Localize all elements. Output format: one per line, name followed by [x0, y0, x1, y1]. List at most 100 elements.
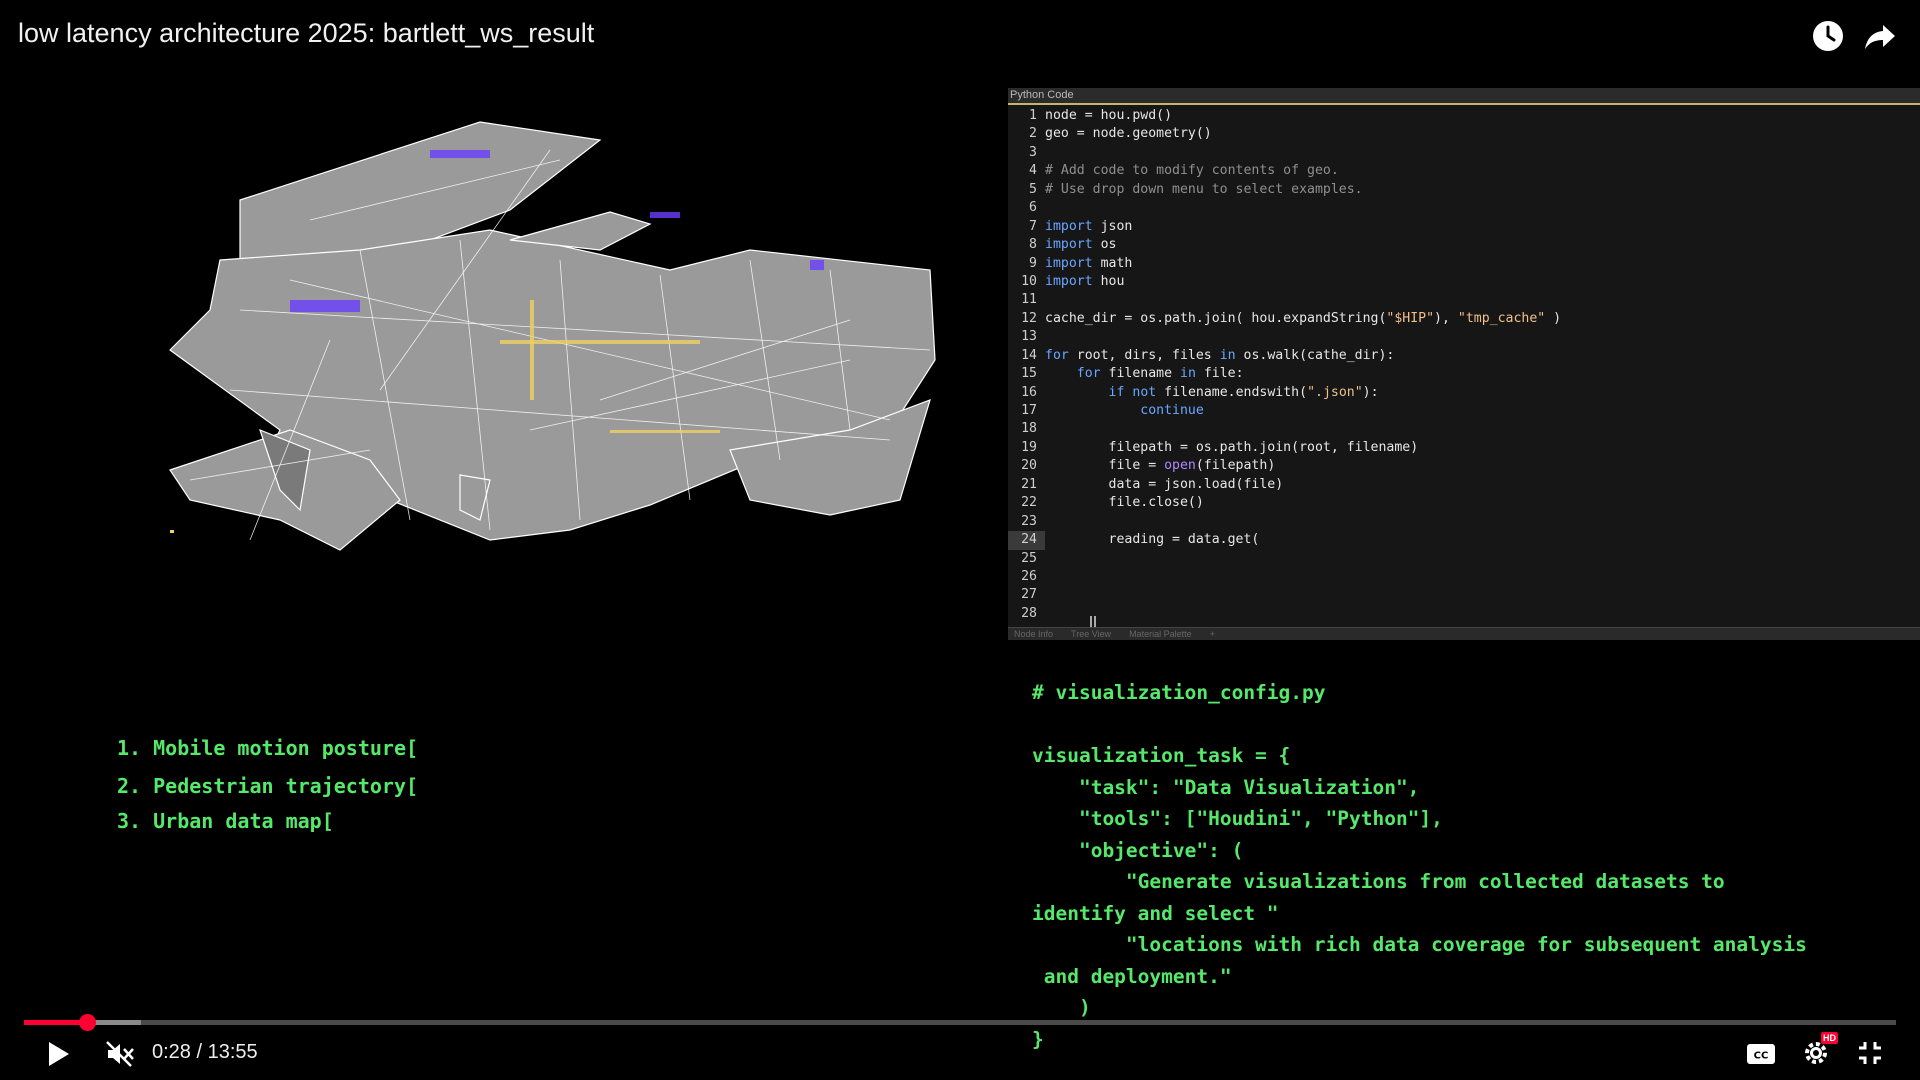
scrubber-handle[interactable]	[79, 1014, 97, 1031]
line-number: 4	[1029, 163, 1037, 179]
settings-button[interactable]: HD	[1798, 1032, 1838, 1070]
config-code-line: }	[1032, 1027, 1044, 1051]
code-line[interactable]: 9 import math	[1008, 255, 1920, 273]
code-line[interactable]: 4 # Add code to modify contents of geo.	[1008, 162, 1920, 180]
python-code-editor[interactable]: Python Code 1 node = hou.pwd() 2 geo = node…	[1008, 88, 1920, 640]
code-line[interactable]: 28	[1008, 605, 1920, 623]
line-number: 23	[1021, 513, 1037, 529]
code-line[interactable]: 3	[1008, 144, 1920, 162]
code-text: node = hou.pwd()	[1045, 108, 1173, 123]
code-line[interactable]: 6	[1008, 199, 1920, 217]
code-line[interactable]: 26	[1008, 568, 1920, 586]
editor-tab[interactable]: Tree View	[1071, 628, 1111, 640]
line-number: 1	[1029, 108, 1037, 123]
code-line[interactable]: 21 data = json.load(file)	[1008, 476, 1920, 494]
line-number: 27	[1021, 587, 1037, 603]
muted-speaker-icon	[106, 1041, 134, 1067]
code-text: file = open(filepath)	[1045, 458, 1276, 474]
line-number: 16	[1021, 384, 1037, 400]
line-number: 15	[1021, 366, 1037, 382]
config-code-line: "locations with rich data coverage for s…	[1032, 933, 1807, 956]
line-number: 24	[1008, 531, 1045, 550]
played-bar	[24, 1020, 88, 1025]
code-text: cache_dir = os.path.join( hou.expandStri…	[1045, 310, 1562, 326]
video-title: low latency architecture 2025: bartlett_…	[18, 18, 595, 48]
line-number: 12	[1021, 310, 1037, 326]
share-arrow-icon	[1865, 25, 1895, 49]
watch-later-button[interactable]	[1808, 16, 1848, 56]
config-code-line: "Generate visualizations from collected …	[1032, 870, 1725, 893]
line-number: 3	[1029, 144, 1037, 160]
line-number: 28	[1021, 605, 1037, 621]
code-text: file.close()	[1045, 495, 1204, 511]
progress-bar[interactable]	[24, 1014, 1896, 1031]
code-line[interactable]: 27	[1008, 586, 1920, 604]
code-text: reading = data.get(	[1045, 532, 1260, 548]
code-line[interactable]: 22 file.close()	[1008, 494, 1920, 512]
editor-tab[interactable]: Node Info	[1014, 628, 1053, 640]
clock-icon	[1813, 21, 1843, 51]
code-text: import os	[1045, 237, 1117, 253]
code-text: continue	[1140, 403, 1204, 418]
code-text: import hou	[1045, 273, 1125, 289]
code-text: if not filename.endswith(".json"):	[1108, 384, 1379, 400]
line-number: 8	[1029, 237, 1037, 253]
config-code-line: "task": "Data Visualization",	[1032, 775, 1420, 799]
code-line[interactable]: 19 filepath = os.path.join(root, filenam…	[1008, 439, 1920, 457]
time-separator: /	[196, 1041, 203, 1063]
code-line[interactable]: 14 for root, dirs, files in os.walk(cathe…	[1008, 347, 1920, 365]
line-number: 9	[1029, 255, 1037, 271]
config-code-line: "objective": (	[1032, 838, 1244, 862]
code-line[interactable]: 13	[1008, 328, 1920, 346]
config-code-line: )	[1032, 996, 1091, 1019]
config-code-line: visualization_task = {	[1032, 744, 1291, 767]
captions-button[interactable]: CC	[1744, 1038, 1778, 1070]
code-line[interactable]: 1 node = hou.pwd()	[1008, 107, 1920, 125]
code-line[interactable]: 7 import json	[1008, 218, 1920, 236]
code-line[interactable]: 2 geo = node.geometry()	[1008, 125, 1920, 143]
code-line[interactable]: 15 for filename in file:	[1008, 365, 1920, 383]
share-button[interactable]	[1860, 16, 1900, 56]
code-line[interactable]: 11	[1008, 291, 1920, 309]
line-number: 13	[1021, 329, 1037, 345]
editor-lines[interactable]: 1 node = hou.pwd() 2 geo = node.geometry() 3…	[1008, 105, 1920, 623]
time-display: 0:28 / 13:55	[152, 1041, 258, 1064]
line-number: 17	[1021, 403, 1037, 418]
code-line[interactable]: 12 cache_dir = os.path.join( hou.expandSt…	[1008, 310, 1920, 328]
code-line[interactable]: 8 import os	[1008, 236, 1920, 254]
line-number: 10	[1021, 273, 1037, 289]
play-button[interactable]	[40, 1036, 76, 1072]
code-line[interactable]: 17 continue	[1008, 402, 1920, 420]
cc-icon: CC	[1747, 1044, 1775, 1064]
code-text: filepath = os.path.join(root, filename)	[1045, 439, 1419, 455]
list-item-3: 3. Urban data map[	[117, 809, 334, 833]
code-line[interactable]: 16 if not filename.endswith(".json"):	[1008, 384, 1920, 402]
line-number: 25	[1021, 550, 1037, 566]
code-line[interactable]: 25	[1008, 550, 1920, 568]
code-line[interactable]: 20 file = open(filepath)	[1008, 457, 1920, 475]
editor-panel-title: Python Code	[1008, 88, 1920, 105]
code-line[interactable]: 23	[1008, 513, 1920, 531]
duration: 13:55	[207, 1041, 258, 1063]
editor-bottom-tabs[interactable]: Node Info Tree View Material Palette +	[1008, 627, 1920, 640]
svg-text:CC: CC	[1754, 1051, 1769, 1062]
exit-fullscreen-button[interactable]	[1852, 1036, 1888, 1070]
code-text: import math	[1045, 255, 1133, 271]
code-text: for filename in file:	[1076, 366, 1244, 382]
line-number: 18	[1021, 421, 1037, 437]
code-text: geo = node.geometry()	[1045, 126, 1212, 142]
line-number: 22	[1021, 495, 1037, 511]
code-text: # Add code to modify contents of geo.	[1045, 163, 1339, 179]
code-line[interactable]: 10 import hou	[1008, 273, 1920, 291]
code-line[interactable]: 24 reading = data.get(	[1008, 531, 1920, 550]
config-code-line: "tools": ["Houdini", "Python"],	[1032, 807, 1443, 830]
mute-button[interactable]	[100, 1036, 140, 1072]
line-number: 7	[1029, 218, 1037, 234]
editor-tab[interactable]: Material Palette	[1129, 628, 1192, 640]
line-number: 5	[1029, 181, 1037, 197]
editor-tab[interactable]: +	[1210, 628, 1215, 640]
line-number: 21	[1021, 476, 1037, 492]
code-line[interactable]: 18	[1008, 420, 1920, 438]
code-line[interactable]: 5 # Use drop down menu to select examples…	[1008, 181, 1920, 199]
config-code-block: # visualization_config.py visualization_t…	[1032, 677, 1807, 1055]
